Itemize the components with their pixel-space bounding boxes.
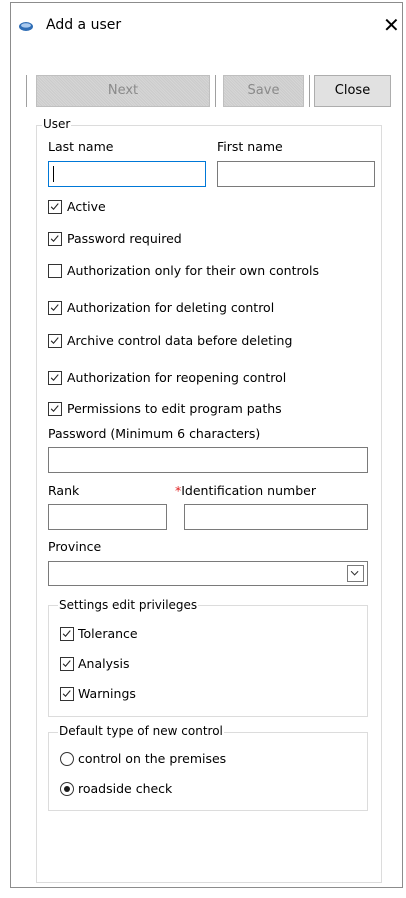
first-name-field[interactable] bbox=[217, 161, 375, 187]
edit-program-paths-checkbox[interactable] bbox=[48, 402, 62, 416]
archive-before-delete-label[interactable]: Archive control data before deleting bbox=[67, 333, 292, 348]
control-on-premises-radio[interactable] bbox=[60, 752, 74, 766]
identification-label-text: Identification number bbox=[181, 483, 316, 498]
chevron-down-icon[interactable] bbox=[347, 565, 364, 582]
reopen-control-checkbox[interactable] bbox=[48, 371, 62, 385]
first-name-label: First name bbox=[217, 139, 283, 154]
settings-privileges-legend: Settings edit privileges bbox=[58, 598, 199, 612]
own-controls-only-label[interactable]: Authorization only for their own control… bbox=[67, 263, 319, 278]
warnings-checkbox[interactable] bbox=[60, 687, 74, 701]
active-checkbox[interactable] bbox=[48, 200, 62, 214]
password-field[interactable] bbox=[48, 447, 368, 473]
own-controls-only-checkbox[interactable] bbox=[48, 264, 62, 278]
tolerance-label[interactable]: Tolerance bbox=[78, 626, 138, 641]
text-caret bbox=[53, 166, 54, 182]
province-dropdown[interactable] bbox=[48, 561, 368, 586]
archive-before-delete-checkbox[interactable] bbox=[48, 334, 62, 348]
roadside-check-radio[interactable] bbox=[60, 782, 74, 796]
warnings-label[interactable]: Warnings bbox=[78, 686, 136, 701]
radio-selected-dot bbox=[64, 786, 70, 792]
default-control-type-group bbox=[48, 732, 368, 811]
default-control-type-legend: Default type of new control bbox=[58, 724, 224, 738]
password-required-label[interactable]: Password required bbox=[67, 231, 182, 246]
last-name-field[interactable] bbox=[48, 161, 206, 187]
roadside-check-label[interactable]: roadside check bbox=[78, 781, 172, 796]
user-group-legend: User bbox=[42, 117, 72, 131]
delete-control-label[interactable]: Authorization for deleting control bbox=[67, 300, 274, 315]
password-label: Password (Minimum 6 characters) bbox=[48, 426, 261, 441]
app-eye-icon bbox=[19, 22, 33, 31]
title-bar: Add a user ✕ bbox=[11, 3, 402, 49]
rank-label: Rank bbox=[48, 483, 80, 498]
toolbar-separator bbox=[26, 75, 27, 107]
province-label: Province bbox=[48, 539, 102, 554]
next-button[interactable]: Next bbox=[36, 75, 210, 107]
tolerance-checkbox[interactable] bbox=[60, 627, 74, 641]
identification-label: *Identification number bbox=[175, 483, 316, 498]
window-title: Add a user bbox=[46, 17, 122, 33]
edit-program-paths-label[interactable]: Permissions to edit program paths bbox=[67, 401, 282, 416]
reopen-control-label[interactable]: Authorization for reopening control bbox=[67, 370, 286, 385]
close-icon[interactable]: ✕ bbox=[383, 14, 403, 38]
analysis-checkbox[interactable] bbox=[60, 657, 74, 671]
close-button[interactable]: Close bbox=[314, 75, 391, 107]
password-required-checkbox[interactable] bbox=[48, 232, 62, 246]
toolbar-separator bbox=[309, 75, 310, 107]
active-label[interactable]: Active bbox=[67, 199, 106, 214]
delete-control-checkbox[interactable] bbox=[48, 301, 62, 315]
rank-field[interactable] bbox=[48, 504, 167, 530]
save-button[interactable]: Save bbox=[223, 75, 304, 107]
add-user-window: Add a user ✕ Next Save Close User Last n… bbox=[10, 2, 403, 888]
analysis-label[interactable]: Analysis bbox=[78, 656, 130, 671]
toolbar-separator bbox=[215, 75, 216, 107]
control-on-premises-label[interactable]: control on the premises bbox=[78, 751, 226, 766]
last-name-label: Last name bbox=[48, 139, 114, 154]
identification-number-field[interactable] bbox=[184, 504, 368, 530]
